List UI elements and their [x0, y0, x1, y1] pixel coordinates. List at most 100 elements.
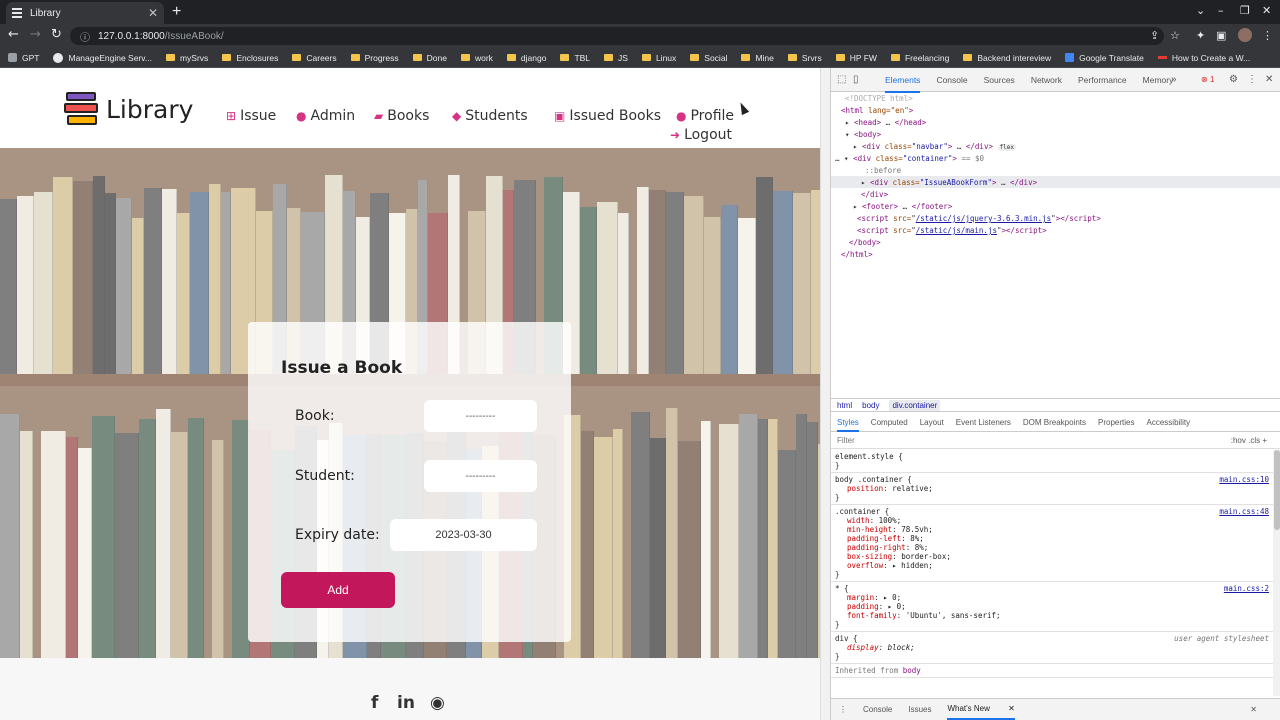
- crumb-container[interactable]: div.container: [889, 399, 941, 411]
- close-devtools-icon[interactable]: ✕: [1265, 74, 1273, 85]
- bookmark-item[interactable]: TBL: [560, 53, 590, 63]
- drawer-menu-icon[interactable]: ⋮: [839, 705, 847, 714]
- nav-issued-books[interactable]: ▣ Issued Books: [554, 108, 661, 124]
- settings-gear-icon[interactable]: ⚙: [1229, 74, 1238, 85]
- tab-properties[interactable]: Properties: [1098, 418, 1134, 427]
- device-toggle-icon[interactable]: ▯: [853, 74, 859, 85]
- bookmark-item[interactable]: mySrvs: [165, 53, 208, 63]
- restore-icon[interactable]: ❐: [1240, 4, 1250, 17]
- dom-doctype[interactable]: <!DOCTYPE html>: [845, 94, 913, 103]
- share-icon[interactable]: ⇪: [1150, 29, 1159, 42]
- dom-html-close[interactable]: </html>: [841, 250, 873, 259]
- nav-admin[interactable]: ● Admin: [296, 108, 355, 124]
- bookmark-item[interactable]: django: [506, 53, 546, 63]
- dom-body-close[interactable]: </body>: [849, 238, 881, 247]
- css-property[interactable]: overflow: ▸ hidden;: [835, 561, 1269, 570]
- bookmark-item[interactable]: Careers: [292, 53, 337, 63]
- dom-html[interactable]: <html lang="en">: [841, 106, 913, 115]
- back-icon[interactable]: ←: [8, 27, 19, 42]
- close-tab-icon[interactable]: ✕: [148, 6, 158, 20]
- student-select[interactable]: ---------: [424, 460, 537, 492]
- drawer-tab-console[interactable]: Console: [863, 705, 892, 714]
- styles-filter[interactable]: Filter :hov .cls +: [831, 433, 1280, 449]
- close-window-icon[interactable]: ✕: [1262, 4, 1271, 17]
- bookmark-item[interactable]: Mine: [741, 53, 774, 63]
- bookmark-item[interactable]: How to Create a W...: [1157, 53, 1250, 63]
- expiry-date-input[interactable]: 2023-03-30: [390, 519, 537, 551]
- css-property[interactable]: width: 100%;: [835, 516, 1269, 525]
- css-property[interactable]: min-height: 78.5vh;: [835, 525, 1269, 534]
- bookmark-item[interactable]: work: [460, 53, 493, 63]
- dom-script-main[interactable]: <script src="/static/js/main.js"></scrip…: [857, 226, 1047, 235]
- dom-form[interactable]: ▸ <div class="IssueABookForm"> … </div>: [861, 178, 1037, 187]
- kebab-menu-icon[interactable]: ⋮: [1262, 29, 1273, 42]
- tab-dom-breakpoints[interactable]: DOM Breakpoints: [1023, 418, 1086, 427]
- tab-event-listeners[interactable]: Event Listeners: [956, 418, 1011, 427]
- star-icon[interactable]: ☆: [1170, 29, 1180, 42]
- error-badge[interactable]: ⊗ 1: [1201, 75, 1214, 84]
- page-scrollbar[interactable]: [820, 68, 830, 720]
- forward-icon[interactable]: →: [30, 27, 41, 42]
- bookmark-item[interactable]: GPT: [8, 53, 39, 63]
- dom-navbar[interactable]: ▸ <div class="navbar"> … </div> flex: [853, 142, 1016, 151]
- bookmark-item[interactable]: Progress: [350, 53, 399, 63]
- tab-network[interactable]: Network: [1031, 75, 1062, 85]
- rule-source-link[interactable]: main.css:2: [1224, 584, 1269, 593]
- crumb-html[interactable]: html: [837, 401, 852, 410]
- bookmark-item[interactable]: Google Translate: [1065, 53, 1144, 63]
- bookmark-item[interactable]: Enclosures: [222, 53, 278, 63]
- nav-students[interactable]: ◆ Students: [452, 108, 528, 124]
- book-select[interactable]: ---------: [424, 400, 537, 432]
- css-property[interactable]: box-sizing: border-box;: [835, 552, 1269, 561]
- more-tabs-icon[interactable]: »: [1171, 74, 1177, 85]
- dom-tree[interactable]: <!DOCTYPE html> <html lang="en"> ▸ <head…: [831, 92, 1280, 398]
- rule-container[interactable]: main.css:48 .container { width: 100%; mi…: [831, 505, 1273, 582]
- css-property[interactable]: padding-right: 8%;: [835, 543, 1269, 552]
- rule-element-style[interactable]: element.style {}: [831, 450, 1273, 473]
- minimize-icon[interactable]: –: [1218, 4, 1224, 17]
- bookmark-item[interactable]: Srvrs: [787, 53, 822, 63]
- bookmark-item[interactable]: HP FW: [835, 53, 877, 63]
- filter-tools[interactable]: :hov .cls +: [1231, 436, 1267, 445]
- facebook-icon[interactable]: f: [371, 693, 378, 713]
- github-icon[interactable]: ◉: [430, 693, 445, 713]
- reload-icon[interactable]: ↻: [51, 27, 62, 42]
- css-property[interactable]: font-family: 'Ubuntu', sans-serif;: [835, 611, 1269, 620]
- linkedin-icon[interactable]: in: [397, 693, 415, 713]
- styles-scrollbar[interactable]: [1273, 450, 1280, 696]
- bookmark-item[interactable]: Social: [690, 53, 727, 63]
- tab-accessibility[interactable]: Accessibility: [1147, 418, 1191, 427]
- dom-container[interactable]: … ▾ <div class="container"> == $0: [835, 154, 984, 163]
- dom-footer[interactable]: ▸ <footer> … </footer>: [853, 202, 952, 211]
- browser-tab[interactable]: Library ✕: [6, 2, 164, 24]
- nav-issue[interactable]: ⊞ Issue: [226, 108, 276, 124]
- tab-computed[interactable]: Computed: [871, 418, 908, 427]
- filter-input[interactable]: Filter: [837, 436, 855, 445]
- css-property[interactable]: padding: ▸ 0;: [835, 602, 1269, 611]
- kebab-menu-icon[interactable]: ⋮: [1247, 74, 1257, 85]
- extensions-icon[interactable]: ✦: [1196, 29, 1205, 42]
- bookmark-item[interactable]: JS: [604, 53, 628, 63]
- new-tab-button[interactable]: +: [172, 3, 181, 21]
- tab-console[interactable]: Console: [936, 75, 967, 85]
- address-bar[interactable]: ⓘ 127.0.0.1:8000/IssueABook/: [70, 27, 1164, 45]
- nav-logout[interactable]: ➜ Logout: [670, 127, 732, 143]
- drawer-tab-whats-new[interactable]: What's New ✕: [947, 699, 1015, 720]
- profile-avatar[interactable]: [1238, 28, 1252, 42]
- rule-universal[interactable]: main.css:2 * { margin: ▸ 0; padding: ▸ 0…: [831, 582, 1273, 632]
- tab-performance[interactable]: Performance: [1078, 75, 1127, 85]
- css-property[interactable]: position: relative;: [835, 484, 1269, 493]
- sidepanel-icon[interactable]: ▣: [1216, 29, 1226, 42]
- rule-source-link[interactable]: main.css:48: [1219, 507, 1269, 516]
- dom-div-close[interactable]: </div>: [861, 190, 888, 199]
- bookmark-item[interactable]: ManageEngine Serv...: [53, 52, 152, 63]
- bookmark-item[interactable]: Linux: [641, 53, 676, 63]
- dom-script-jquery[interactable]: <script src="/static/js/jquery-3.6.3.min…: [857, 214, 1101, 223]
- drawer-tab-issues[interactable]: Issues: [908, 705, 931, 714]
- bookmark-item[interactable]: Freelancing: [890, 53, 949, 63]
- tab-sources[interactable]: Sources: [984, 75, 1015, 85]
- add-button[interactable]: Add: [281, 572, 395, 608]
- rule-source-link[interactable]: main.css:10: [1219, 475, 1269, 484]
- tab-styles[interactable]: Styles: [837, 413, 859, 432]
- tab-layout[interactable]: Layout: [920, 418, 944, 427]
